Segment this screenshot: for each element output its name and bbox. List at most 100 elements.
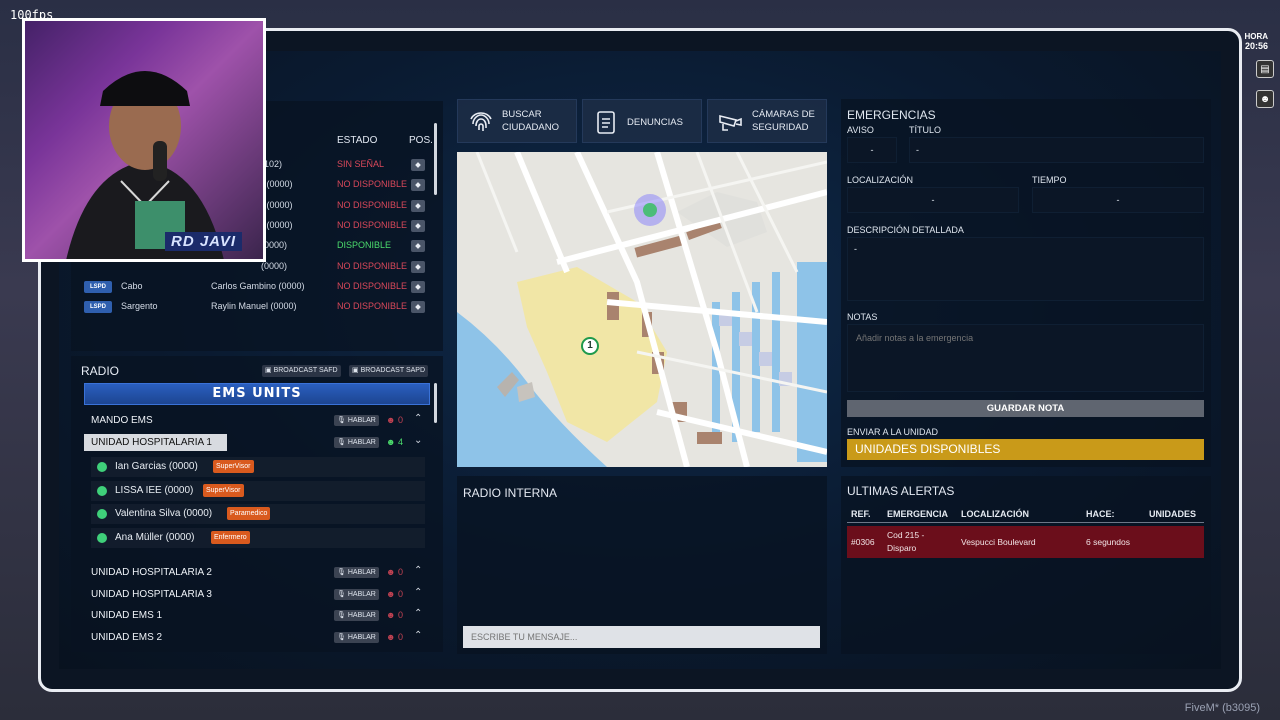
lspd-badge: LSPD: [84, 301, 112, 314]
hablar-label: HABLAR: [347, 417, 376, 424]
aviso-label: AVISO: [847, 125, 874, 135]
count-value: 4: [398, 437, 404, 447]
chevron-up-icon[interactable]: ⌃: [414, 413, 422, 424]
hablar-button[interactable]: 🎙 HABLAR: [334, 589, 379, 600]
unit-rank: Sargento: [121, 301, 158, 312]
col-ref: REF.: [851, 509, 871, 519]
fivem-version: FiveM* (b3095): [1184, 702, 1260, 714]
chevron-up-icon[interactable]: ⌃: [414, 608, 422, 619]
radio-scrollbar[interactable]: [434, 383, 437, 423]
denuncias-label: DENUNCIAS: [627, 117, 683, 128]
time-value: 20:56: [1244, 41, 1268, 51]
alerts-divider: [847, 522, 1204, 523]
hablar-label: HABLAR: [347, 569, 376, 576]
col-emergencia: EMERGENCIA: [887, 509, 949, 519]
radio-member[interactable]: Ana Müller (0000) Enfermero: [91, 528, 425, 549]
radio-interna-panel: RADIO INTERNA: [457, 476, 827, 654]
alerts-title: ULTIMAS ALERTAS: [847, 484, 955, 498]
map-marker-1-hit[interactable]: [579, 336, 595, 352]
unit-name: (0000): [261, 260, 288, 271]
hablar-button[interactable]: 🎙 HABLAR: [334, 567, 379, 578]
locate-icon[interactable]: [411, 280, 425, 293]
buscar-ciudadano-button[interactable]: BUSCAR CIUDADANO: [457, 99, 577, 143]
hablar-button[interactable]: 🎙 HABLAR: [334, 415, 379, 426]
locate-icon[interactable]: [411, 219, 425, 232]
radio-group-count: ☻ 0: [386, 567, 403, 577]
chevron-up-icon[interactable]: ⌃: [414, 630, 422, 641]
col-unidades: UNIDADES: [1149, 509, 1197, 519]
col-localizacion: LOCALIZACIÓN: [961, 509, 1029, 519]
titulo-label: TÍTULO: [909, 125, 942, 135]
users-icon: ☻: [386, 589, 396, 599]
radio-member[interactable]: Ian Garcias (0000) SuperVisor: [91, 457, 425, 477]
online-dot: [97, 509, 107, 520]
radio-panel: RADIO ▣ BROADCAST SAFD ▣ BROADCAST SAPD …: [71, 356, 443, 652]
radio-member[interactable]: Valentina Silva (0000) Paramedico: [91, 504, 425, 525]
radio-group-name: UNIDAD EMS 1: [91, 610, 163, 621]
count-value: 0: [398, 632, 404, 642]
hablar-label: HABLAR: [347, 439, 376, 446]
alert-localizacion: Vespucci Boulevard: [961, 537, 1036, 547]
city-map[interactable]: 1: [457, 152, 827, 467]
radio-group[interactable]: UNIDAD HOSPITALARIA 2 🎙 HABLAR ☻ 0 ⌃: [84, 564, 430, 582]
users-icon: ☻: [386, 415, 396, 425]
count-value: 0: [398, 415, 404, 425]
emergency-title: EMERGENCIAS: [847, 108, 936, 122]
hablar-label: HABLAR: [347, 634, 376, 641]
col-estado: ESTADO: [337, 135, 378, 146]
broadcast-sapd-button[interactable]: ▣ BROADCAST SAPD: [349, 365, 429, 377]
alerts-panel: ULTIMAS ALERTAS REF. EMERGENCIA LOCALIZA…: [841, 476, 1211, 654]
streamer-image: [25, 21, 263, 259]
aviso-field: -: [847, 137, 897, 163]
col-pos: POS.: [409, 135, 433, 146]
unit-row[interactable]: LSPD Sargento Raylin Manuel (0000) NO DISPO…: [71, 297, 443, 317]
camaras-seguridad-button[interactable]: CÁMARAS DE SEGURIDAD: [707, 99, 827, 143]
message-input[interactable]: [463, 626, 820, 648]
radio-group-count: ☻ 0: [386, 610, 403, 620]
radio-group[interactable]: UNIDAD HOSPITALARIA 1 🎙 HABLAR ☻ 4 ⌄: [84, 434, 430, 452]
units-scrollbar[interactable]: [434, 123, 437, 195]
lspd-badge: LSPD: [84, 280, 112, 293]
alert-hace: 6 segundos: [1086, 537, 1130, 547]
alert-emergencia-1: Cod 215 -: [887, 530, 925, 540]
radio-group[interactable]: UNIDAD EMS 2 🎙 HABLAR ☻ 0 ⌃: [84, 629, 430, 647]
locate-icon[interactable]: [411, 179, 425, 192]
col-hace: HACE:: [1086, 509, 1115, 519]
radio-group[interactable]: UNIDAD EMS 1 🎙 HABLAR ☻ 0 ⌃: [84, 607, 430, 625]
notas-textarea[interactable]: [847, 324, 1204, 392]
unit-status: NO DISPONIBLE: [337, 260, 408, 271]
chevron-down-icon[interactable]: ⌄: [414, 435, 422, 446]
chevron-up-icon[interactable]: ⌃: [414, 587, 422, 598]
localizacion-field: -: [847, 187, 1019, 213]
security-camera-icon: [719, 114, 742, 131]
unit-status: NO DISPONIBLE: [337, 199, 408, 210]
unit-name: Raylin Manuel (0000): [211, 301, 297, 312]
user-icon[interactable]: ☻: [1256, 90, 1274, 108]
broadcast-safd-button[interactable]: ▣ BROADCAST SAFD: [262, 365, 341, 377]
alert-row[interactable]: #0306 Cod 215 - Disparo Vespucci Bouleva…: [847, 526, 1204, 558]
member-name: Valentina Silva (0000): [115, 508, 213, 520]
chevron-up-icon[interactable]: ⌃: [414, 565, 422, 576]
radio-member[interactable]: LISSA IEE (0000) SuperVisor: [91, 480, 425, 501]
radio-group[interactable]: MANDO EMS 🎙 HABLAR ☻ 0 ⌃: [84, 412, 430, 430]
guardar-nota-button[interactable]: GUARDAR NOTA: [847, 400, 1204, 417]
member-name: Ana Müller (0000): [115, 532, 195, 544]
webcam-overlay: RD JAVI: [22, 18, 266, 262]
denuncias-button[interactable]: DENUNCIAS: [582, 99, 702, 143]
locate-icon[interactable]: [411, 240, 425, 253]
locate-icon[interactable]: [411, 260, 425, 273]
users-icon: ☻: [386, 437, 396, 447]
locate-icon[interactable]: [411, 301, 425, 314]
unidades-select[interactable]: UNIDADES DISPONIBLES: [847, 439, 1204, 460]
unit-row[interactable]: LSPD Cabo Carlos Gambino (0000) NO DISPONIB…: [71, 277, 443, 297]
hablar-button[interactable]: 🎙 HABLAR: [334, 632, 379, 643]
hablar-button[interactable]: 🎙 HABLAR: [334, 610, 379, 621]
radio-group[interactable]: UNIDAD HOSPITALARIA 3 🎙 HABLAR ☻ 0 ⌃: [84, 586, 430, 604]
unit-status: SIN SEÑAL: [337, 159, 385, 169]
locate-icon[interactable]: [411, 159, 425, 171]
users-icon: ☻: [386, 632, 396, 642]
member-name: Ian Garcias (0000): [115, 461, 198, 472]
document-icon[interactable]: ▤: [1256, 60, 1274, 78]
hablar-button[interactable]: 🎙 HABLAR: [334, 437, 379, 448]
locate-icon[interactable]: [411, 199, 425, 212]
